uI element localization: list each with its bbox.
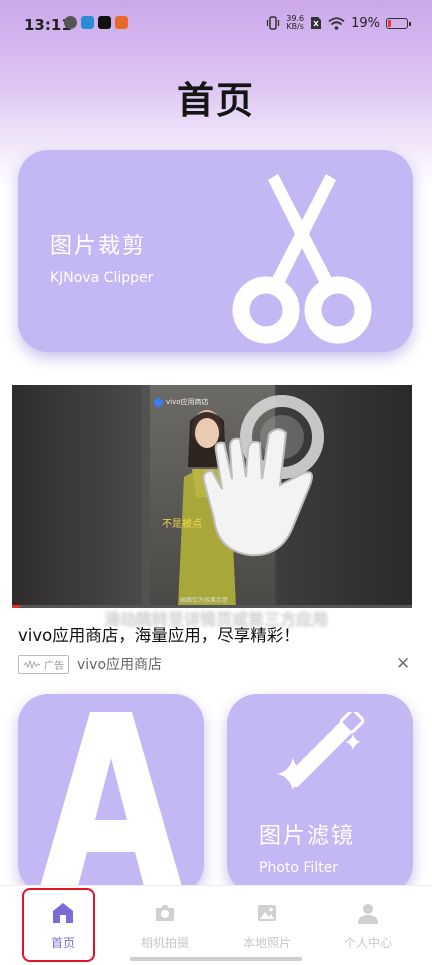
battery-icon — [386, 17, 411, 29]
nav-label: 个人中心 — [343, 936, 392, 950]
magic-wand-icon — [277, 712, 365, 790]
person-icon — [358, 904, 378, 924]
image-clipper-card[interactable]: 图片裁剪 KJNova Clipper — [18, 150, 413, 352]
notification-app-icon — [64, 16, 77, 29]
card-subtitle: Photo Filter — [259, 860, 339, 876]
notification-icons — [64, 16, 128, 29]
card-subtitle: KJNova Clipper — [50, 270, 154, 286]
close-icon[interactable]: ✕ — [396, 654, 410, 674]
nav-item-gallery[interactable]: 本地照片 — [217, 886, 317, 956]
ad-advertiser: vivo应用商店 — [77, 657, 163, 673]
notification-app-icon — [81, 16, 94, 29]
camera-icon — [156, 905, 174, 921]
speed-unit: KB/s — [286, 22, 304, 31]
wifi-icon — [328, 16, 345, 30]
letter-a-icon — [38, 712, 184, 894]
home-indicator[interactable] — [130, 957, 302, 961]
text-card[interactable] — [18, 694, 204, 894]
gallery-icon — [258, 905, 276, 921]
video-door-left — [12, 385, 142, 607]
no-sim-icon — [311, 17, 322, 29]
nav-item-camera[interactable]: 相机拍摄 — [115, 886, 215, 956]
ad-badge: 广告 — [18, 654, 69, 674]
scissors-icon — [232, 174, 372, 344]
battery-tip — [409, 21, 411, 26]
vibrate-icon — [267, 16, 280, 30]
vivo-store-icon — [154, 397, 163, 407]
video-subtitle: 画面仅为效果示意 — [180, 597, 229, 604]
page-title: 首页 — [177, 79, 255, 122]
home-highlight-box — [22, 888, 95, 962]
nav-label: 相机拍摄 — [140, 936, 189, 950]
card-title: 图片滤镜 — [259, 824, 356, 849]
nav-label: 本地照片 — [242, 936, 291, 950]
notification-app-icon — [115, 16, 128, 29]
battery-fill — [388, 19, 391, 27]
nav-item-profile[interactable]: 个人中心 — [318, 886, 418, 956]
status-bar: 13:11 39.6 KB/s 19% — [0, 0, 432, 50]
tiktok-icon — [98, 16, 111, 29]
ad-video[interactable]: vivo应用商店 不是被点 画面仅为效果示意 — [12, 385, 412, 607]
card-title: 图片裁剪 — [50, 234, 147, 259]
photo-filter-card[interactable]: 图片滤镜 Photo Filter — [227, 694, 413, 894]
status-right: 39.6 KB/s 19% — [266, 15, 411, 31]
ad-wave-icon — [23, 659, 41, 669]
battery-percent: 19% — [351, 15, 380, 31]
ad-meta: 广告 vivo应用商店 — [18, 654, 162, 674]
ad-headline[interactable]: vivo应用商店，海量应用，尽享精彩！ — [18, 622, 300, 646]
tap-hand-icon — [202, 395, 324, 557]
ad-badge-label: 广告 — [44, 660, 64, 672]
network-speed: 39.6 KB/s — [286, 15, 304, 31]
